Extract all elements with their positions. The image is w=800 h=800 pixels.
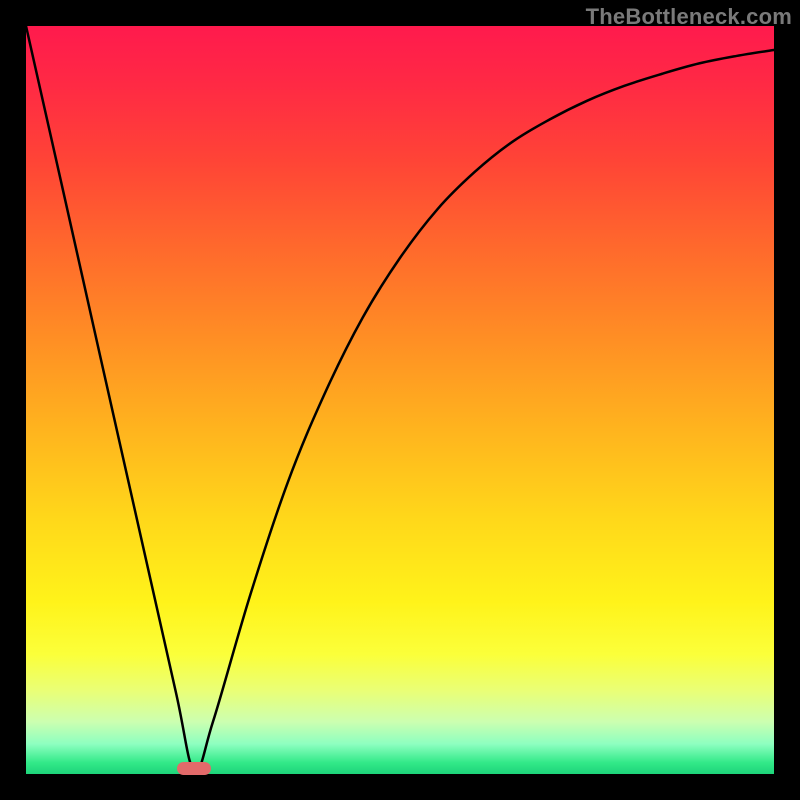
chart-container: TheBottleneck.com: [0, 0, 800, 800]
plot-area: [26, 26, 774, 774]
bottleneck-curve: [26, 26, 774, 774]
optimal-point-marker: [177, 762, 211, 775]
